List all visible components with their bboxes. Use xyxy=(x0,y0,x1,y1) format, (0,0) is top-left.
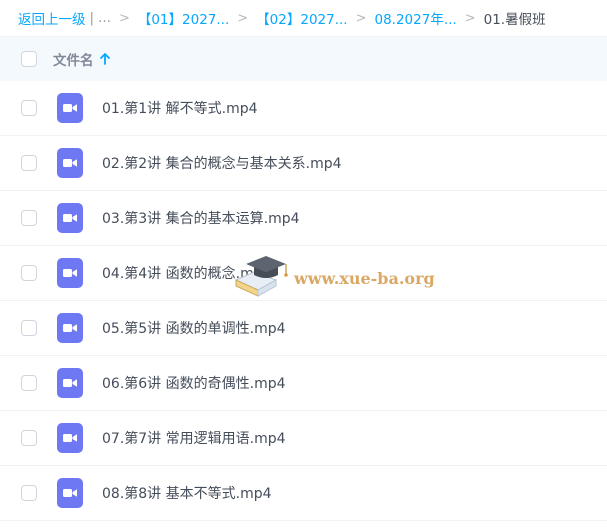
row-checkbox[interactable] xyxy=(21,100,37,116)
breadcrumb-ellipsis[interactable]: ... xyxy=(98,10,111,26)
filename-column-header[interactable]: 文件名 xyxy=(53,49,110,69)
list-item[interactable]: 04.第4讲 函数的概念.mp4 xyxy=(0,246,607,301)
file-name[interactable]: 07.第7讲 常用逻辑用语.mp4 xyxy=(102,428,286,448)
file-name[interactable]: 06.第6讲 函数的奇偶性.mp4 xyxy=(102,373,286,393)
list-item[interactable]: 03.第3讲 集合的基本运算.mp4 xyxy=(0,191,607,246)
file-list-header: 文件名 xyxy=(0,36,607,81)
row-checkbox[interactable] xyxy=(21,430,37,446)
video-icon xyxy=(57,148,83,178)
list-item[interactable]: 08.第8讲 基本不等式.mp4 xyxy=(0,466,607,521)
video-icon xyxy=(57,313,83,343)
row-checkbox[interactable] xyxy=(21,210,37,226)
row-checkbox[interactable] xyxy=(21,265,37,281)
file-name[interactable]: 05.第5讲 函数的单调性.mp4 xyxy=(102,318,286,338)
list-item[interactable]: 05.第5讲 函数的单调性.mp4 xyxy=(0,301,607,356)
video-icon xyxy=(57,423,83,453)
row-checkbox[interactable] xyxy=(21,155,37,171)
breadcrumb-separator: > xyxy=(237,10,249,26)
back-link[interactable]: 返回上一级 xyxy=(18,8,86,28)
file-name[interactable]: 08.第8讲 基本不等式.mp4 xyxy=(102,483,272,503)
breadcrumb-separator: > xyxy=(118,10,130,26)
filename-column-label: 文件名 xyxy=(53,53,94,69)
file-name[interactable]: 03.第3讲 集合的基本运算.mp4 xyxy=(102,208,300,228)
file-list: 01.第1讲 解不等式.mp4 02.第2讲 集合的概念与基本关系.mp4 03… xyxy=(0,81,607,521)
file-name[interactable]: 04.第4讲 函数的概念.mp4 xyxy=(102,263,272,283)
video-icon xyxy=(57,258,83,288)
video-icon xyxy=(57,368,83,398)
breadcrumb-item-3[interactable]: 08.2027年... xyxy=(375,8,457,28)
breadcrumb-divider: | xyxy=(89,10,95,26)
video-icon xyxy=(57,203,83,233)
row-checkbox[interactable] xyxy=(21,485,37,501)
arrow-up-icon[interactable] xyxy=(99,53,110,65)
breadcrumb-separator: > xyxy=(464,10,476,26)
video-icon xyxy=(57,93,83,123)
list-item[interactable]: 01.第1讲 解不等式.mp4 xyxy=(0,81,607,136)
breadcrumb-item-2[interactable]: 【02】2027... xyxy=(256,8,347,28)
file-name[interactable]: 01.第1讲 解不等式.mp4 xyxy=(102,98,258,118)
list-item[interactable]: 07.第7讲 常用逻辑用语.mp4 xyxy=(0,411,607,466)
list-item[interactable]: 02.第2讲 集合的概念与基本关系.mp4 xyxy=(0,136,607,191)
row-checkbox[interactable] xyxy=(21,375,37,391)
file-name[interactable]: 02.第2讲 集合的概念与基本关系.mp4 xyxy=(102,153,342,173)
breadcrumb-separator: > xyxy=(355,10,367,26)
list-item[interactable]: 06.第6讲 函数的奇偶性.mp4 xyxy=(0,356,607,411)
breadcrumb-current: 01.暑假班 xyxy=(483,12,546,28)
select-all-checkbox[interactable] xyxy=(21,51,37,67)
breadcrumb: 返回上一级 | ... > 【01】2027... > 【02】2027... … xyxy=(0,0,607,36)
row-checkbox[interactable] xyxy=(21,320,37,336)
breadcrumb-item-1[interactable]: 【01】2027... xyxy=(138,8,229,28)
video-icon xyxy=(57,478,83,508)
